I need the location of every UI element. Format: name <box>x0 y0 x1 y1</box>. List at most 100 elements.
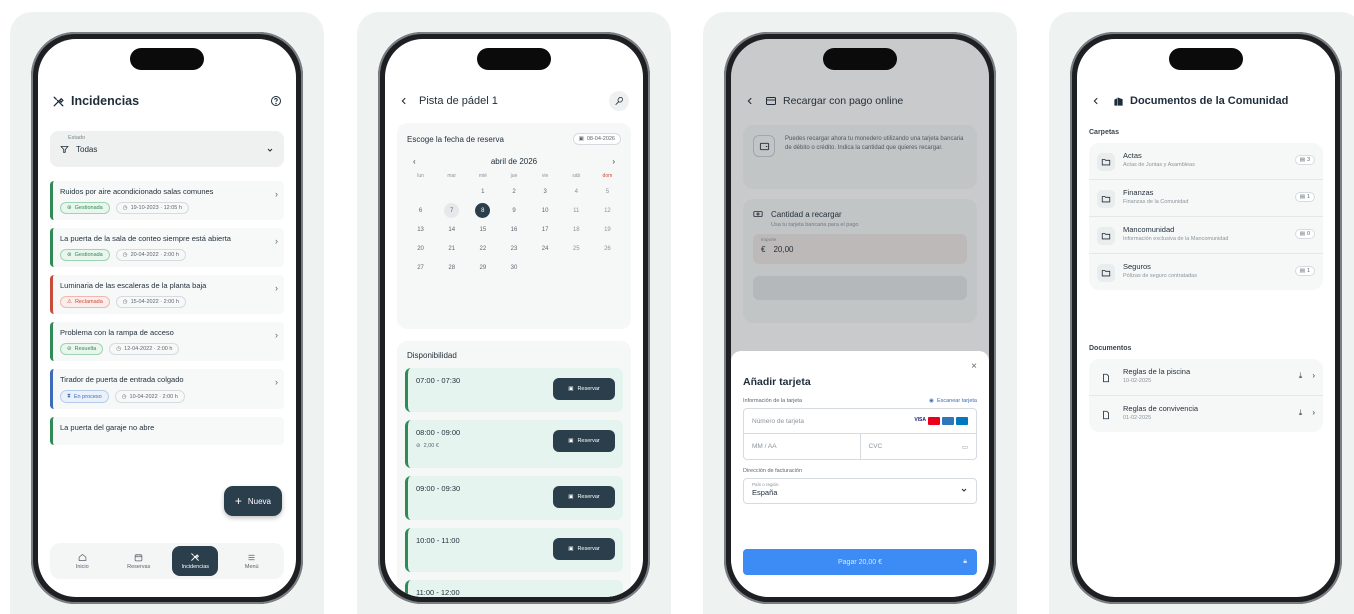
calendar-day[interactable]: 30 <box>498 259 529 276</box>
prev-month-button[interactable]: ‹ <box>413 157 416 166</box>
file-count-badge: ▤ 1 <box>1294 266 1315 276</box>
card-number-input[interactable]: Número de tarjeta VISA <box>743 408 977 434</box>
calendar-icon: ▣ <box>578 136 584 142</box>
help-icon[interactable] <box>270 95 282 107</box>
country-value: España <box>752 488 778 497</box>
incident-item[interactable]: Problema con la rampa de acceso ⊘ Resuelt… <box>50 322 284 361</box>
calendar-day[interactable]: 27 <box>405 259 436 276</box>
calendar-day[interactable]: 1 <box>467 183 498 200</box>
calendar-day[interactable]: 8 <box>467 202 498 219</box>
calendar-day[interactable]: 12 <box>592 202 623 219</box>
calendar-day[interactable]: 21 <box>436 240 467 257</box>
calendar-day[interactable]: 28 <box>436 259 467 276</box>
incident-item[interactable]: Ruidos por aire acondicionado salas comu… <box>50 181 284 220</box>
calendar-day[interactable]: 24 <box>530 240 561 257</box>
pay-button[interactable]: Pagar 20,00 € 🔒︎ <box>743 549 977 575</box>
download-icon[interactable]: ⤓ <box>1299 408 1303 418</box>
reserve-button[interactable]: ▣ Reservar <box>553 378 615 400</box>
back-icon[interactable] <box>1091 96 1101 106</box>
document-item[interactable]: Reglas de la piscina 10-02-2025 ⤓ › <box>1089 359 1323 396</box>
document-item[interactable]: Reglas de convivencia 01-02-2025 ⤓ › <box>1089 396 1323 432</box>
billing-label: Dirección de facturación <box>743 468 803 474</box>
calendar-day[interactable]: 9 <box>498 202 529 219</box>
time-slot: 08:00 - 09:00 ⊘ 2,00 € ▣ Reservar <box>405 420 623 468</box>
folder-item[interactable]: Seguros Pólizas de seguro contratadas ▤ 1 <box>1089 254 1323 290</box>
date-picker-button[interactable]: ▣ 08-04-2026 <box>572 133 621 145</box>
chevron-right-icon: › <box>275 236 278 246</box>
calendar-day[interactable]: 15 <box>467 221 498 238</box>
reserve-button[interactable]: ▣ Reservar <box>553 538 615 560</box>
clock-icon: ◷ <box>116 346 122 352</box>
calendar-day[interactable]: 17 <box>530 221 561 238</box>
check-circle-icon: ⊘ <box>67 346 72 352</box>
calendar-day[interactable]: 29 <box>467 259 498 276</box>
folder-item[interactable]: Actas Actas de Juntas y Asambleas ▤ 3 <box>1089 143 1323 180</box>
calendar-day[interactable]: 2 <box>498 183 529 200</box>
scan-card-button[interactable]: ◉ Escanear tarjeta <box>929 398 977 404</box>
file-icon: ▤ <box>1299 157 1305 163</box>
folder-item[interactable]: Finanzas Finanzas de la Comunidad ▤ 1 <box>1089 180 1323 217</box>
calendar-day[interactable]: 18 <box>561 221 592 238</box>
weekday-label: dom <box>602 172 613 179</box>
calendar-day[interactable]: 23 <box>498 240 529 257</box>
calendar-day[interactable]: 7 <box>436 202 467 219</box>
file-count-badge: ▤ 3 <box>1294 155 1315 165</box>
phone-frame: Documentos de la Comunidad Carpetas Acta… <box>1070 32 1342 604</box>
folder-icon <box>1097 264 1115 282</box>
back-icon[interactable] <box>399 96 409 106</box>
check-icon: ⊛ <box>67 252 72 258</box>
status-badge: ⊘ Resuelta <box>60 343 104 355</box>
incident-item[interactable]: Luminaria de las escaleras de la planta … <box>50 275 284 314</box>
calendar-day[interactable]: 4 <box>561 183 592 200</box>
new-incident-button[interactable]: + Nueva <box>223 486 282 516</box>
calendar-day[interactable]: 19 <box>592 221 623 238</box>
nav-item-inicio[interactable]: Inicio <box>59 546 105 576</box>
calendar-day[interactable]: 14 <box>436 221 467 238</box>
calendar-day[interactable]: 3 <box>530 183 561 200</box>
incident-item[interactable]: La puerta del garaje no abre <box>50 417 284 445</box>
calendar-day[interactable]: 22 <box>467 240 498 257</box>
availability-card: Disponibilidad 07:00 - 07:30 ▣ Reservar 0… <box>397 341 631 597</box>
date-badge: ◷ 12-04-2022 · 2:00 h <box>109 343 180 355</box>
file-icon <box>1097 369 1115 387</box>
calendar-day[interactable]: 10 <box>530 202 561 219</box>
phone-frame: Incidencias Estado Todas Ruidos por aire… <box>31 32 303 604</box>
country-select[interactable]: País o región España <box>743 478 977 504</box>
visa-icon: VISA <box>914 417 926 423</box>
calendar-day[interactable]: 11 <box>561 202 592 219</box>
status-filter-label: Estado <box>68 135 86 141</box>
close-icon[interactable]: × <box>743 361 977 372</box>
folder-icon <box>1097 227 1115 245</box>
download-icon[interactable]: ⤓ <box>1299 371 1303 381</box>
reserve-button[interactable]: ▣ Reservar <box>553 430 615 452</box>
incident-title: Problema con la rampa de acceso <box>60 328 174 337</box>
calendar-day[interactable]: 25 <box>561 240 592 257</box>
file-icon: ▤ <box>1299 194 1305 200</box>
calendar-day[interactable]: 5 <box>592 183 623 200</box>
screen-reserva: Pista de pádel 1 Escoge la fecha de rese… <box>385 39 643 597</box>
dynamic-island <box>823 48 897 70</box>
incident-item[interactable]: Tirador de puerta de entrada colgado ⧗ En… <box>50 369 284 409</box>
nav-item-menu[interactable]: Menú <box>229 546 275 576</box>
next-month-button[interactable]: › <box>612 157 615 166</box>
calendar-day[interactable]: 6 <box>405 202 436 219</box>
calendar-day[interactable]: 13 <box>405 221 436 238</box>
incident-title: Luminaria de las escaleras de la planta … <box>60 281 207 290</box>
page-title: Documentos de la Comunidad <box>1130 95 1289 107</box>
expiry-input[interactable]: MM / AA <box>743 434 861 460</box>
reserve-button[interactable]: ▣ Reservar <box>553 486 615 508</box>
incident-item[interactable]: La puerta de la sala de conteo siempre e… <box>50 228 284 267</box>
status-filter[interactable]: Estado Todas <box>50 131 284 167</box>
nav-item-reservas[interactable]: Reservas <box>116 546 162 576</box>
calendar-day[interactable]: 20 <box>405 240 436 257</box>
cvc-input[interactable]: CVC ▭ <box>860 434 977 460</box>
weekday-label: mié <box>478 172 487 179</box>
nav-item-incidencias[interactable]: Incidencias <box>172 546 219 576</box>
chevron-right-icon: › <box>1312 371 1315 380</box>
screen-documentos: Documentos de la Comunidad Carpetas Acta… <box>1077 39 1335 597</box>
calendar-day[interactable]: 26 <box>592 240 623 257</box>
folder-list: Actas Actas de Juntas y Asambleas ▤ 3 Fina… <box>1089 143 1323 290</box>
calendar-day[interactable]: 16 <box>498 221 529 238</box>
racket-icon <box>609 91 629 111</box>
folder-item[interactable]: Mancomunidad Información exclusiva de la … <box>1089 217 1323 254</box>
